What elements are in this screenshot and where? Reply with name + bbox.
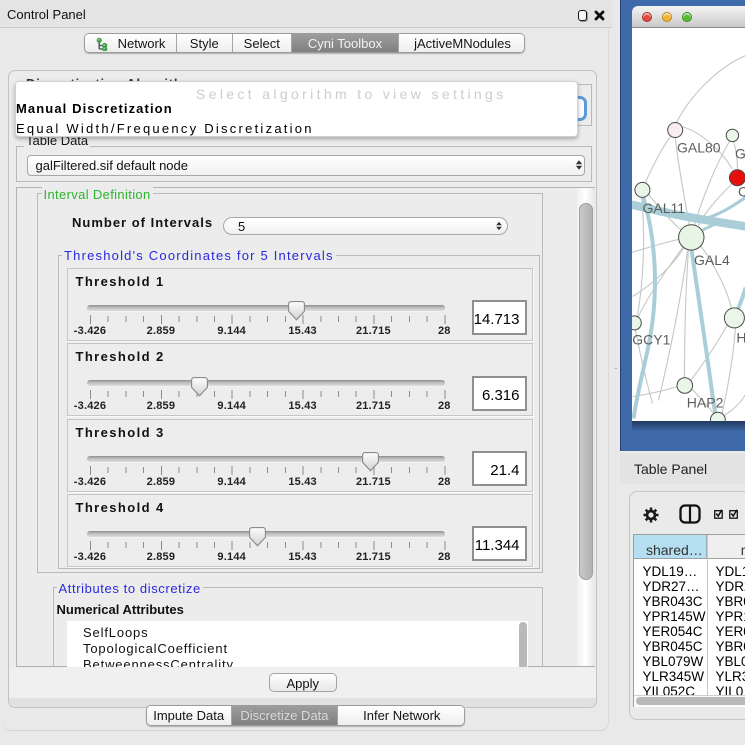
svg-text:GAL4: GAL4 bbox=[694, 252, 730, 268]
svg-text:GAL80: GAL80 bbox=[677, 139, 721, 155]
svg-text:GAL11: GAL11 bbox=[642, 200, 685, 216]
svg-text:CYC8: CYC8 bbox=[738, 183, 745, 199]
svg-text:GAL7: GAL7 bbox=[735, 145, 745, 161]
svg-text:HAP2: HAP2 bbox=[686, 394, 723, 410]
svg-text:HIS4: HIS4 bbox=[736, 329, 745, 345]
svg-text:GCY1: GCY1 bbox=[632, 331, 670, 347]
